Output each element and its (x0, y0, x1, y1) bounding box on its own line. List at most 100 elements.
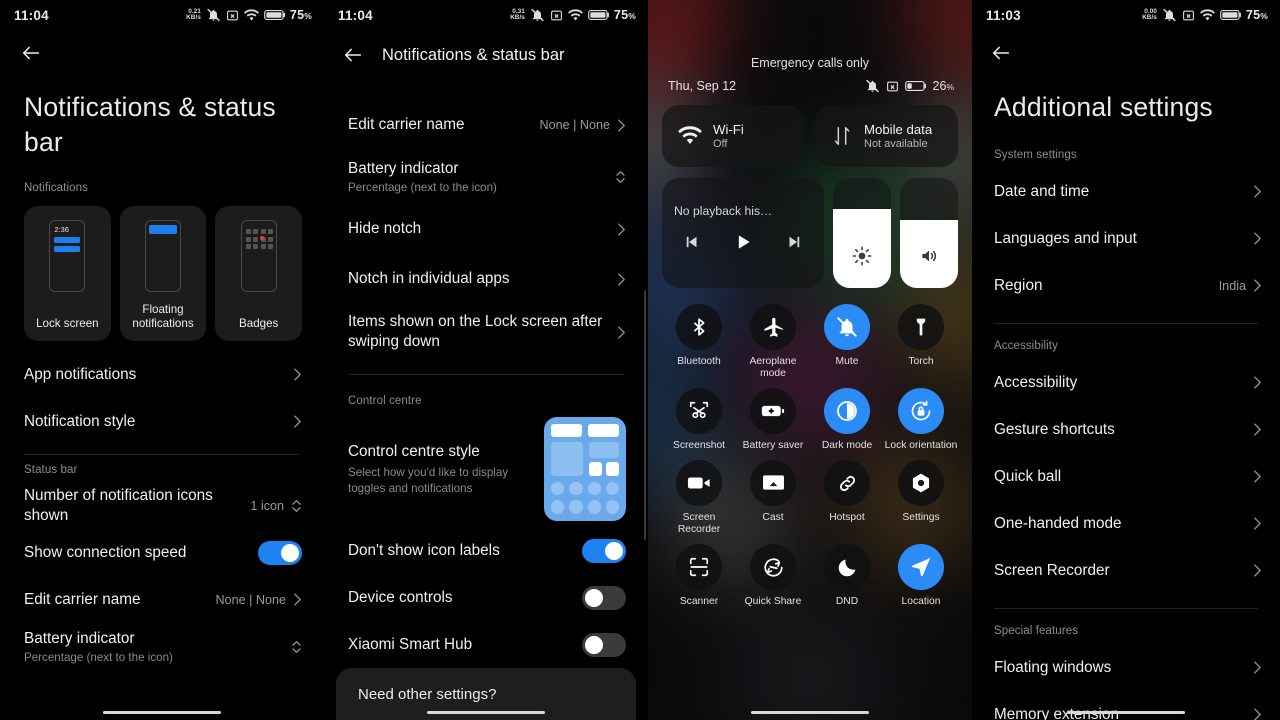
volume-icon (900, 246, 958, 266)
list-item-screen-recorder[interactable]: Screen Recorder (972, 547, 1280, 594)
toggle-battery-saver[interactable]: Battery saver (736, 388, 810, 452)
list-item-hide-notch[interactable]: Hide notch (324, 204, 648, 254)
list-item-floating-windows[interactable]: Floating windows (972, 644, 1280, 691)
slider-brightness[interactable] (833, 178, 891, 288)
home-indicator (751, 710, 869, 714)
toggle-circle[interactable] (824, 388, 870, 434)
list-item-notch-in-individual-apps[interactable]: Notch in individual apps (324, 254, 648, 304)
toggle-circle[interactable] (676, 460, 722, 506)
chevron-right-icon (1254, 376, 1261, 389)
list-item-gesture-shortcuts[interactable]: Gesture shortcuts (972, 406, 1280, 453)
control-centre-style-thumbnail-icon[interactable] (544, 417, 626, 521)
toggle-circle[interactable] (824, 304, 870, 350)
list-item-label: Device controls (348, 588, 453, 606)
lock-orientation-icon (911, 400, 931, 421)
toggle-label: Settings (902, 512, 940, 523)
network-speed-indicator: 0.00 KB/s (1142, 7, 1157, 21)
home-indicator (103, 710, 221, 714)
play-icon[interactable] (733, 232, 753, 252)
toggle-mute[interactable]: Mute (810, 304, 884, 380)
list-item-sublabel: Percentage (next to the icon) (348, 181, 497, 194)
list-item-label: Edit carrier name (348, 116, 465, 133)
toggle-dark-mode[interactable]: Dark mode (810, 388, 884, 452)
toggle-label: Dark mode (821, 440, 873, 451)
tile-wifi[interactable]: Wi-Fi Off (662, 105, 805, 167)
list-item-notification-style[interactable]: Notification style (0, 398, 324, 445)
list-item-accessibility[interactable]: Accessibility (972, 359, 1280, 406)
chevron-right-icon (1254, 232, 1261, 245)
back-arrow-icon[interactable] (342, 44, 364, 66)
chevron-right-icon (618, 325, 625, 339)
chevron-right-icon (618, 272, 625, 286)
list-item-battery-indicator[interactable]: Battery indicator Percentage (next to th… (0, 623, 324, 670)
previous-track-icon[interactable] (683, 233, 701, 251)
list-item-edit-carrier-name[interactable]: Edit carrier name None | None (0, 576, 324, 623)
list-item-xiaomi-smart-hub[interactable]: Xiaomi Smart Hub (324, 621, 648, 668)
list-item-battery-indicator[interactable]: Battery indicator Percentage (next to th… (324, 150, 648, 204)
list-item-memory-extension[interactable]: Memory extension (972, 691, 1280, 720)
toggle-show-connection-speed[interactable] (258, 540, 302, 565)
toggle-circle[interactable] (676, 304, 722, 350)
tile-mobile-data[interactable]: Mobile data Not available (815, 105, 958, 167)
toggle-xiaomi-smart-hub[interactable] (582, 632, 626, 657)
list-item-number-of-notification-icons[interactable]: Number of notification icons shown 1 ico… (0, 482, 324, 529)
toggle-circle[interactable] (898, 304, 944, 350)
back-button-row[interactable] (0, 30, 324, 76)
list-item-items-shown-on-lock-screen[interactable]: Items shown on the Lock screen after swi… (324, 304, 648, 360)
list-item-dont-show-icon-labels[interactable]: Don't show icon labels (324, 527, 648, 574)
toggle-quick-share[interactable]: Quick Share (736, 544, 810, 608)
toggle-torch[interactable]: Torch (884, 304, 958, 380)
list-item-quick-ball[interactable]: Quick ball (972, 453, 1280, 500)
toggle-circle[interactable] (750, 388, 796, 434)
dnd-icon (838, 559, 855, 576)
list-item-date-and-time[interactable]: Date and time (972, 168, 1280, 215)
toggle-circle[interactable] (824, 460, 870, 506)
chevron-right-icon (618, 222, 625, 236)
toggle-lock-orientation[interactable]: Lock orientation (884, 388, 958, 452)
toggle-circle[interactable] (898, 544, 944, 590)
back-arrow-icon[interactable] (20, 42, 42, 64)
toggle-circle[interactable] (824, 544, 870, 590)
list-item-show-connection-speed[interactable]: Show connection speed (0, 529, 324, 576)
list-item-control-centre-style[interactable]: Control centre style Select how you'd li… (324, 417, 648, 521)
toggle-circle[interactable] (676, 544, 722, 590)
mute-icon (837, 317, 857, 337)
list-item-region[interactable]: Region India (972, 262, 1280, 309)
toggle-dnd[interactable]: DND (810, 544, 884, 608)
toggle-circle[interactable] (750, 544, 796, 590)
back-arrow-icon[interactable] (990, 42, 1012, 64)
toggle-circle[interactable] (898, 388, 944, 434)
toggle-location[interactable]: Location (884, 544, 958, 608)
scrollbar[interactable] (644, 290, 646, 540)
slider-volume[interactable] (900, 178, 958, 288)
preview-card-badges[interactable]: Badges (215, 206, 303, 341)
toggle-circle[interactable] (750, 460, 796, 506)
toggle-dont-show-icon-labels[interactable] (582, 538, 626, 563)
chevron-right-icon (1254, 661, 1261, 674)
list-item-one-handed-mode[interactable]: One-handed mode (972, 500, 1280, 547)
toggle-circle[interactable] (750, 304, 796, 350)
preview-card-floating-notifications[interactable]: Floating notifications (119, 206, 207, 341)
toggle-scanner[interactable]: Scanner (662, 544, 736, 608)
list-item-device-controls[interactable]: Device controls (324, 574, 648, 621)
toggle-bluetooth[interactable]: Bluetooth (662, 304, 736, 380)
toggle-settings[interactable]: Settings (884, 460, 958, 536)
list-item-languages-and-input[interactable]: Languages and input (972, 215, 1280, 262)
toggle-circle[interactable] (676, 388, 722, 434)
toggle-device-controls[interactable] (582, 585, 626, 610)
toggle-hotspot[interactable]: Hotspot (810, 460, 884, 536)
chevron-right-icon (1254, 470, 1261, 483)
toggle-screenshot[interactable]: Screenshot (662, 388, 736, 452)
next-track-icon[interactable] (785, 233, 803, 251)
preview-card-lock-screen[interactable]: 2:36 Lock screen (24, 206, 111, 341)
control-centre-status-row: Thu, Sep 12 26% (662, 70, 958, 93)
list-item-app-notifications[interactable]: App notifications (0, 351, 324, 398)
back-button-row[interactable] (972, 30, 1280, 76)
toggle-cast[interactable]: Cast (736, 460, 810, 536)
list-item-edit-carrier-name[interactable]: Edit carrier name None | None (324, 100, 648, 150)
media-player-card[interactable]: No playback his… (662, 178, 824, 288)
toggle-circle[interactable] (898, 460, 944, 506)
toggle-screen-recorder[interactable]: Screen Recorder (662, 460, 736, 536)
chevron-updown-icon (616, 171, 625, 183)
toggle-aeroplane-mode[interactable]: Aeroplane mode (736, 304, 810, 380)
